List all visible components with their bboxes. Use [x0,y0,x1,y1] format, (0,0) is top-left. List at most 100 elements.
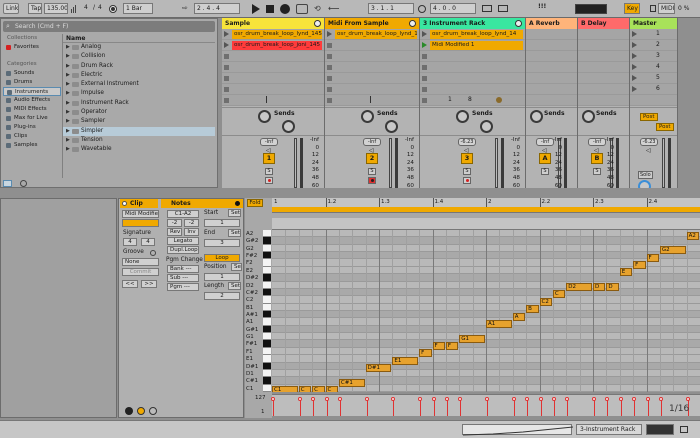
midi-note[interactable]: A [512,312,526,321]
browser-item[interactable]: ▶ Instrument Rack [63,99,215,108]
length-field[interactable]: 2 [204,292,240,300]
groove-select[interactable]: None [122,258,159,266]
clip-slot[interactable] [526,51,577,62]
browser-item[interactable]: ▶ Analog [63,43,215,52]
clip-slot[interactable] [578,62,629,73]
clip-stop-icon[interactable] [327,43,332,48]
grid-resolution-label[interactable]: 1/16 [669,404,689,414]
browser-item[interactable]: ▶ Drum Rack [63,62,215,71]
clip-slot[interactable]: 3 [630,51,677,62]
midi-note[interactable]: G2 [659,246,686,255]
solo-button[interactable]: S [541,168,549,175]
clip-play-icon[interactable] [422,31,427,37]
midi-note[interactable]: F [646,253,659,262]
duplicate-loop-button[interactable]: Dupl.Loop [167,246,199,254]
device-drop-area[interactable] [0,198,117,418]
clip-slot[interactable] [526,29,577,40]
clip-slot[interactable]: 4 [630,62,677,73]
browser-item[interactable]: ▶ Sampler [63,117,215,126]
expand-arrow-icon[interactable]: ▶ [66,127,70,136]
midi-note[interactable]: A2 [686,231,699,240]
notes-box-header[interactable]: Notes [161,199,243,208]
signature-numerator[interactable]: 4 [123,238,137,246]
expand-arrow-icon[interactable]: ▶ [66,71,70,80]
device-overview[interactable] [646,424,674,435]
notes-box-toggle-icon[interactable] [149,407,157,415]
midi-note[interactable]: D#1 [365,364,392,373]
clip[interactable]: osr_drum_break_loop_lynd_14 [430,30,523,39]
clip-slot[interactable] [222,62,324,73]
velocity-handle[interactable] [297,397,302,401]
clip-slot[interactable] [526,84,577,95]
stop-icon[interactable] [266,5,274,13]
clip-slot[interactable]: osr_drum_break_loop_lynd_145 [325,29,419,40]
expand-arrow-icon[interactable]: ▶ [66,89,70,98]
midi-map-button[interactable]: MIDI [658,3,675,14]
link-button[interactable]: Link [3,3,19,14]
velocity-handle[interactable] [525,397,530,401]
scene-launch-icon[interactable] [632,64,637,70]
volume-fader[interactable] [389,138,392,188]
key-map-button[interactable]: Key [624,3,640,14]
category-item[interactable]: MIDI Effects [3,105,61,114]
transpose-up-button[interactable]: -2 [184,219,199,227]
envelope-box-toggle-icon[interactable] [137,407,145,415]
clip-slot[interactable] [325,73,419,84]
clip-play-icon[interactable] [224,31,229,37]
fold-button[interactable]: Fold [247,199,263,207]
sub-bank-select[interactable]: Sub --- [167,274,199,282]
clip-slot[interactable] [420,62,525,73]
clip-slot[interactable] [222,95,324,106]
midi-note[interactable]: C [552,290,566,299]
clip-slot[interactable]: 2 [630,40,677,51]
category-item[interactable]: Clips [3,132,61,141]
commit-button[interactable]: Commit [122,268,159,276]
volume-fader[interactable] [662,138,665,188]
clip-slot[interactable] [578,51,629,62]
clip-slot[interactable] [420,73,525,84]
velocity-handle[interactable] [551,397,556,401]
clip-stop-icon[interactable] [422,76,427,81]
send-knob[interactable] [582,110,595,123]
post-a-button[interactable]: Post [640,113,658,121]
volume-field[interactable]: -6.23 [640,138,658,146]
quantize-select[interactable]: 1 Bar [123,3,153,14]
expand-arrow-icon[interactable]: ▶ [66,145,70,154]
clip-slot[interactable] [325,95,419,106]
meter-denominator[interactable]: 4 [96,3,106,14]
piano-key[interactable] [263,362,271,370]
clip-slot[interactable] [526,40,577,51]
velocity-handle[interactable] [391,397,396,401]
track-title[interactable]: Sample [222,18,324,29]
piano-key[interactable] [263,340,271,348]
send-a-knob[interactable] [361,110,374,123]
send-b-knob[interactable] [385,120,398,133]
velocity-handle[interactable] [337,397,342,401]
midi-note[interactable]: D2 [566,283,592,292]
search-input[interactable]: ⌕ Search (Cmd + F) [3,21,215,32]
send-b-knob[interactable] [282,120,295,133]
midi-note[interactable]: B [526,305,539,314]
browser-item[interactable]: ▶ Operator [63,108,215,117]
play-icon[interactable] [252,4,260,14]
velocity-handle[interactable] [444,397,449,401]
clip-slot[interactable]: osr_drum_break_loop_lynd_14 [420,29,525,40]
clip-overview[interactable] [462,424,573,436]
rack-dot-icon[interactable] [496,97,502,103]
category-item[interactable]: Sounds [3,69,61,78]
midi-note[interactable]: D [606,283,619,292]
velocity-handle[interactable] [485,397,489,401]
clip[interactable]: osr_drum_break_loop_joni_145 [232,41,322,50]
volume-fader[interactable] [294,138,297,188]
clip-slot[interactable] [578,95,629,106]
clip-stop-icon[interactable] [327,98,332,103]
velocity-handle[interactable] [458,397,463,401]
velocity-handle[interactable] [431,397,436,401]
midi-note[interactable]: C1 [272,386,298,392]
midi-note[interactable]: E1 [392,356,419,365]
expand-arrow-icon[interactable]: ▶ [66,117,70,126]
clip-stop-icon[interactable] [422,65,427,70]
clip-slot[interactable] [578,73,629,84]
clip[interactable]: Midi Modified 1 [430,41,523,50]
piano-key[interactable] [263,303,271,311]
